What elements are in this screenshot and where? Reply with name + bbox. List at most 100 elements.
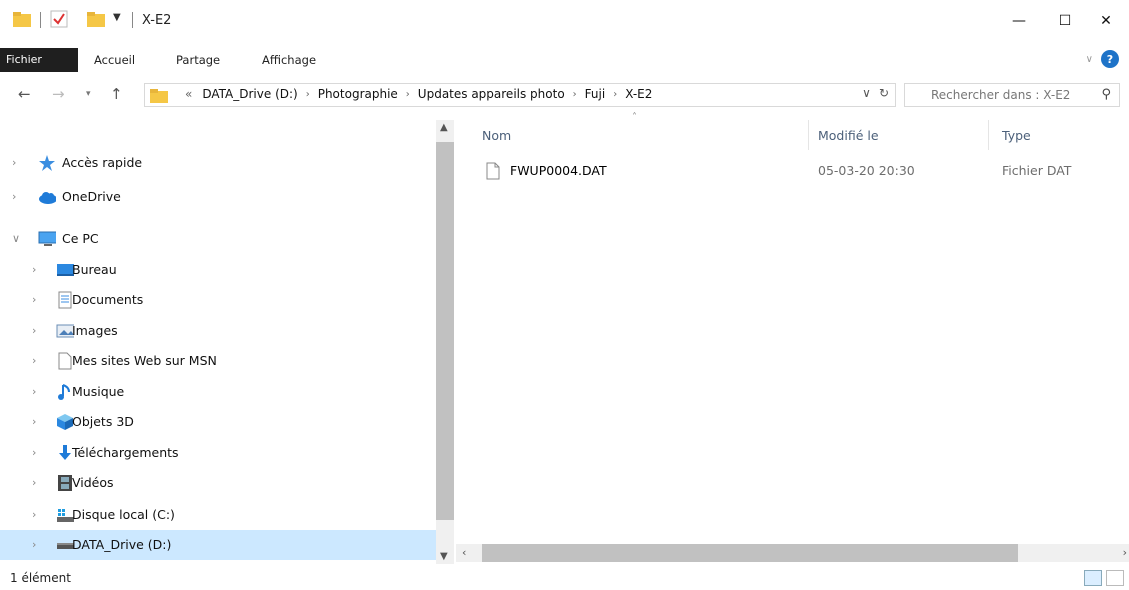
tab-accueil[interactable]: Accueil [94,50,135,70]
scroll-left-icon[interactable]: ‹ [462,546,466,559]
column-divider[interactable] [808,120,809,150]
search-icon[interactable]: ⚲ [1101,87,1111,102]
recent-locations-icon[interactable]: ▾ [86,89,91,99]
chevron-right-icon[interactable]: › [32,538,36,551]
column-header-type[interactable]: Type [1002,128,1031,143]
new-folder-icon[interactable] [86,10,106,28]
column-header-modified[interactable]: Modifié le [818,128,879,143]
breadcrumb-overflow[interactable]: « [181,87,196,101]
large-icons-view-icon[interactable] [1106,570,1124,586]
nav-item-t-l-chargements[interactable]: › Téléchargements [0,438,436,468]
chevron-right-icon[interactable]: › [12,156,16,169]
computer-icon [38,230,56,248]
nav-item-label: OneDrive [62,189,121,204]
file-row[interactable]: FWUP0004.DAT 05-03-20 20:30 Fichier DAT [480,160,1120,182]
search-box[interactable]: Rechercher dans : X-E2 ⚲ [904,83,1120,107]
properties-checkmark-icon[interactable] [50,10,68,28]
navigation-scrollbar[interactable]: ▲ ▼ [436,120,454,564]
expand-ribbon-icon[interactable]: ∨ [1086,54,1093,65]
sort-ascending-icon: ˄ [632,112,637,123]
close-button[interactable]: ✕ [1083,0,1129,42]
refresh-icon[interactable]: ↻ [879,86,889,100]
maximize-button[interactable]: ☐ [1042,0,1088,42]
chevron-right-icon[interactable]: › [32,385,36,398]
navigation-pane: › Accès rapide › OneDrive ∨ Ce PC › Bureau › Docu… [0,120,436,564]
breadcrumb-item[interactable]: DATA_Drive (D:) [196,87,303,101]
file-modified: 05-03-20 20:30 [818,163,915,178]
customize-toolbar-icon[interactable]: ▼ [113,12,121,23]
help-icon[interactable]: ? [1101,50,1119,68]
nav-item-label: Accès rapide [62,155,143,170]
nav-item-objets-3d[interactable]: › Objets 3D [0,407,436,437]
breadcrumb: « DATA_Drive (D:) › Photographie › Updat… [181,87,658,101]
tab-affichage[interactable]: Affichage [262,50,316,70]
chevron-down-icon[interactable]: ∨ [862,86,871,100]
address-bar[interactable]: « DATA_Drive (D:) › Photographie › Updat… [144,83,896,107]
nav-item-mes-sites-web-sur-msn[interactable]: › Mes sites Web sur MSN [0,346,436,376]
folder-icon [150,89,168,103]
nav-item-label: Mes sites Web sur MSN [72,353,217,368]
scroll-down-icon[interactable]: ▼ [440,551,448,562]
breadcrumb-item[interactable]: Photographie [312,87,404,101]
nav-item-documents[interactable]: › Documents [0,285,436,315]
nav-item-ce-pc[interactable]: ∨ Ce PC [0,224,436,254]
breadcrumb-item[interactable]: Updates appareils photo [412,87,571,101]
nav-item-musique[interactable]: › Musique [0,377,436,407]
details-view-icon[interactable] [1084,570,1102,586]
up-arrow-icon[interactable]: ↑ [110,85,123,103]
file-icon [486,162,500,180]
tab-partage[interactable]: Partage [176,50,220,70]
column-header-name[interactable]: Nom [482,128,511,143]
chevron-right-icon[interactable]: › [404,89,412,100]
chevron-right-icon[interactable]: › [32,446,36,459]
chevron-right-icon[interactable]: › [32,508,36,521]
status-bar: 1 élément [0,566,1129,590]
scroll-right-icon[interactable]: › [1123,546,1127,559]
breadcrumb-item[interactable]: Fuji [579,87,612,101]
star-icon [38,154,56,172]
chevron-right-icon[interactable]: › [32,324,36,337]
navigation-bar: ← → ▾ ↑ « DATA_Drive (D:) › Photographie… [0,78,1129,112]
nav-item-disque-local-c[interactable]: › Disque local (C:) [0,500,436,530]
nav-item-label: Téléchargements [72,445,179,460]
chevron-right-icon[interactable]: › [32,293,36,306]
chevron-right-icon[interactable]: › [32,263,36,276]
chevron-right-icon[interactable]: › [571,89,579,100]
scroll-up-icon[interactable]: ▲ [440,122,448,133]
chevron-right-icon[interactable]: › [304,89,312,100]
tab-fichier[interactable]: Fichier [0,48,78,72]
breadcrumb-item[interactable]: X-E2 [619,87,658,101]
horizontal-scrollbar[interactable]: ‹ › [456,544,1129,562]
chevron-right-icon[interactable]: › [32,415,36,428]
column-divider[interactable] [988,120,989,150]
nav-item-acc-s-rapide[interactable]: › Accès rapide [0,148,436,178]
folder-icon[interactable] [12,10,32,28]
chevron-down-icon[interactable]: ∨ [12,232,20,245]
nav-item-vid-os[interactable]: › Vidéos [0,468,436,498]
nav-item-label: Ce PC [62,231,99,246]
nav-item-label: Musique [72,384,125,399]
cloud-icon [38,188,56,206]
search-placeholder: Rechercher dans : X-E2 [931,88,1071,102]
item-count: 1 élément [10,571,71,585]
nav-item-data-drive-d[interactable]: › DATA_Drive (D:) [0,530,436,560]
nav-item-images[interactable]: › Images [0,316,436,346]
chevron-right-icon[interactable]: › [32,476,36,489]
forward-arrow-icon[interactable]: → [52,85,65,103]
nav-item-label: Objets 3D [72,414,134,429]
nav-item-bureau[interactable]: › Bureau [0,255,436,285]
scrollbar-thumb[interactable] [436,142,454,520]
file-name: FWUP0004.DAT [510,163,607,178]
title-bar: ▼ X-E2 — ☐ ✕ [0,0,1129,42]
ribbon-tabs: Fichier Accueil Partage Affichage ∨ ? [0,44,1129,74]
scrollbar-thumb[interactable] [482,544,1018,562]
chevron-right-icon[interactable]: › [32,354,36,367]
nav-item-onedrive[interactable]: › OneDrive [0,182,436,212]
minimize-button[interactable]: — [996,0,1042,42]
nav-item-label: Disque local (C:) [72,507,175,522]
nav-item-label: Documents [72,292,144,307]
back-arrow-icon[interactable]: ← [18,85,31,103]
chevron-right-icon[interactable]: › [12,190,16,203]
separator [132,12,133,28]
chevron-right-icon[interactable]: › [611,89,619,100]
